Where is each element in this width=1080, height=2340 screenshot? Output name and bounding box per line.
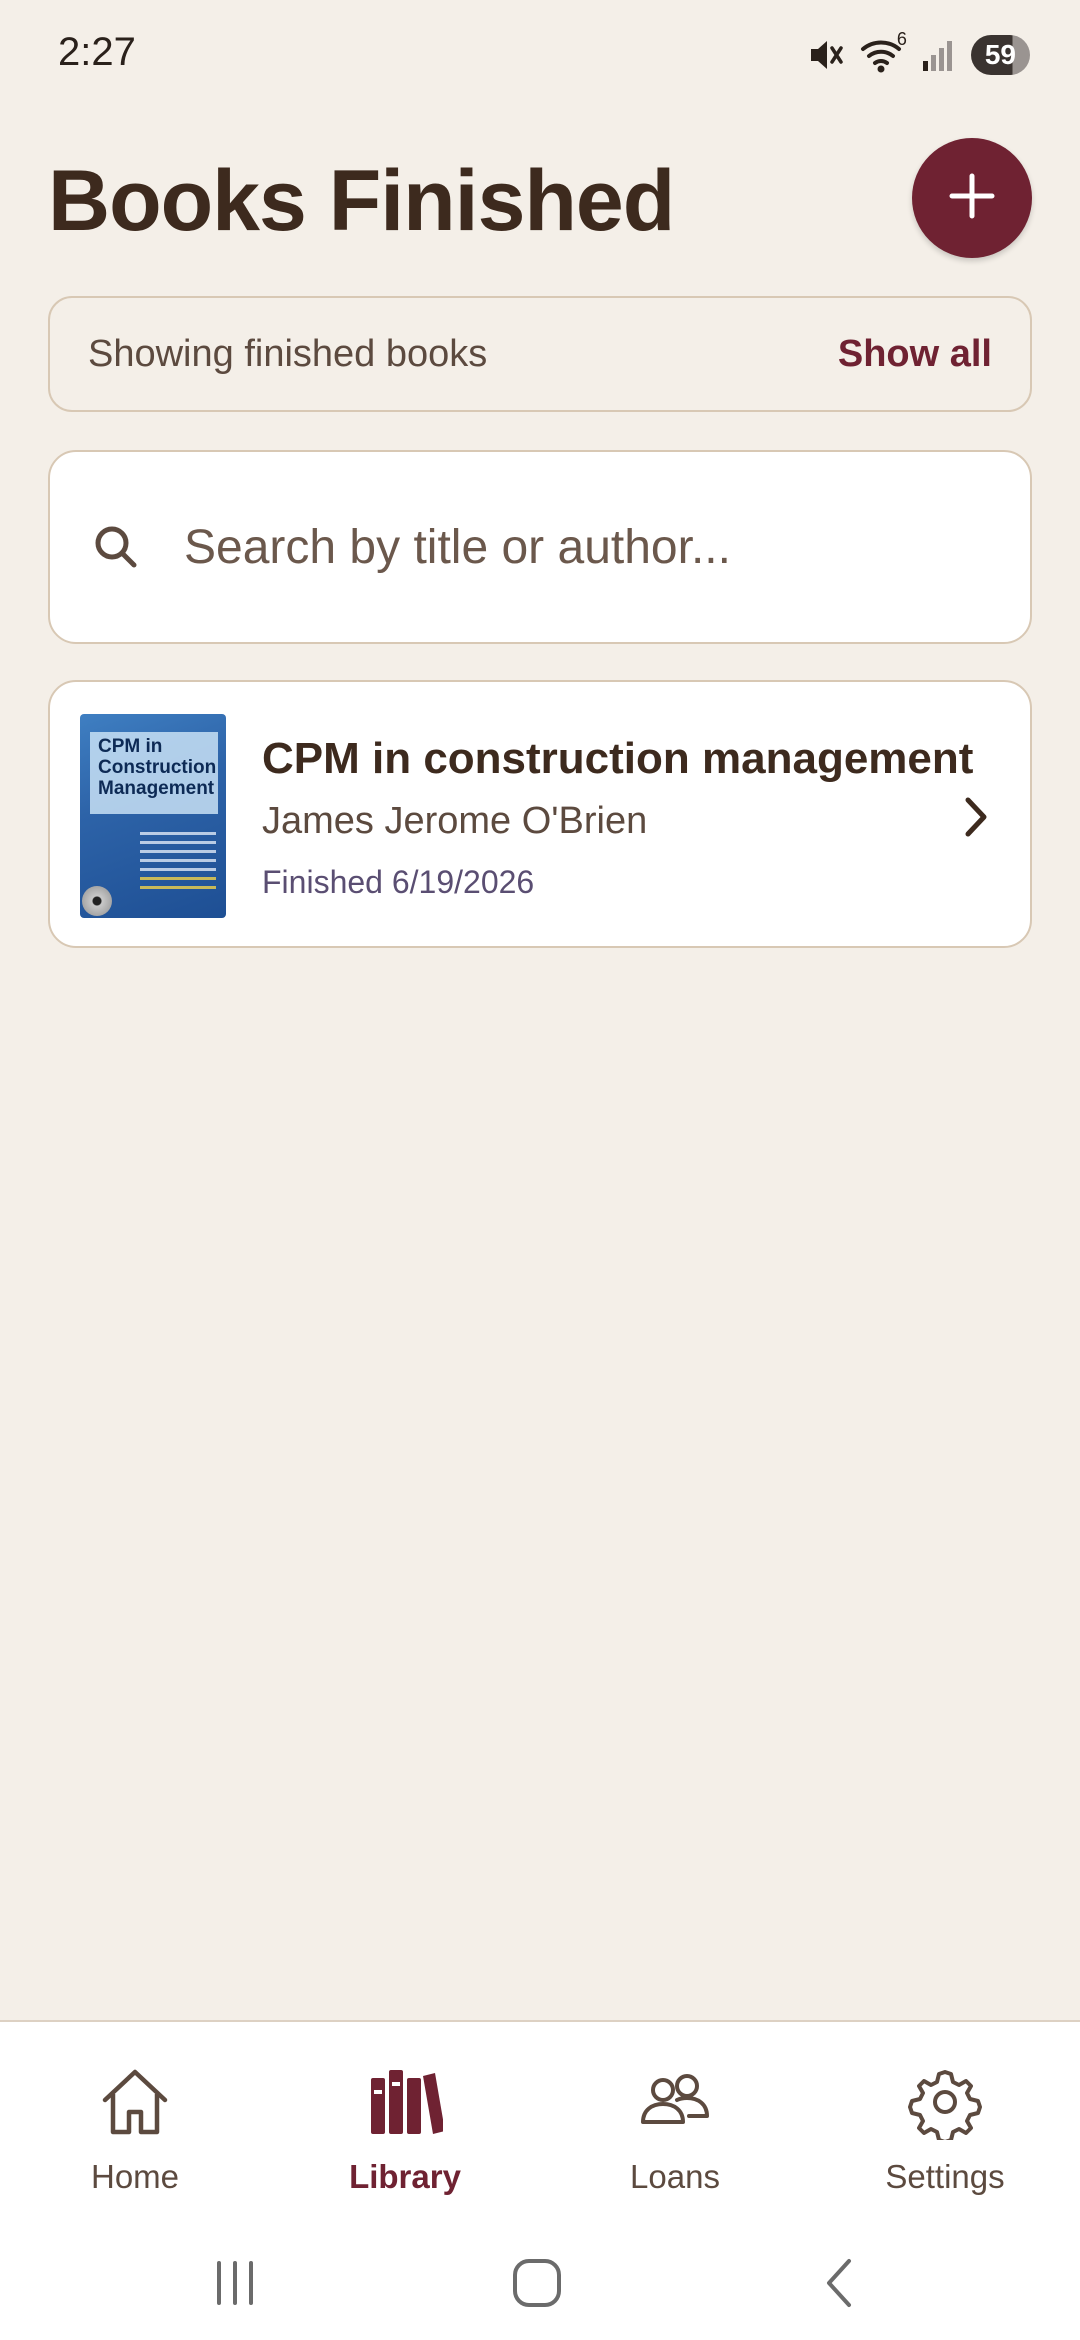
cover-title: CPM in Construction Management	[98, 736, 217, 799]
system-navigation-bar	[0, 2220, 1080, 2340]
battery-indicator: 59	[970, 35, 1030, 75]
book-finished-date: Finished 6/19/2026	[262, 864, 535, 900]
book-list-item[interactable]: CPM in Construction Management CPM in co…	[48, 680, 1032, 948]
status-time: 2:27	[58, 30, 136, 74]
status-icons: 6 59	[805, 29, 1030, 80]
page-title: Books Finished	[48, 153, 675, 249]
search-icon	[90, 519, 146, 575]
nav-item-library[interactable]: Library	[270, 2062, 540, 2202]
chevron-right-icon	[956, 792, 996, 842]
book-cover: CPM in Construction Management	[80, 714, 226, 918]
nav-item-settings[interactable]: Settings	[810, 2062, 1080, 2202]
wifi-label: 6	[896, 29, 907, 49]
bottom-navigation: Home Library Loans Settings	[0, 2020, 1080, 2220]
gear-icon	[905, 2062, 985, 2142]
filter-status-text: Showing finished books	[88, 332, 488, 375]
back-system-button[interactable]	[806, 2248, 876, 2318]
search-input[interactable]	[184, 519, 1004, 575]
show-all-button[interactable]: Show all	[838, 333, 992, 376]
nav-label-settings: Settings	[885, 2158, 1005, 2195]
nav-label-loans: Loans	[630, 2158, 720, 2195]
home-system-button[interactable]	[502, 2248, 572, 2318]
screen: 2:27 6 59 Books Finished Showing finishe…	[0, 0, 1080, 2340]
add-book-button[interactable]	[912, 138, 1032, 258]
search-box[interactable]	[48, 450, 1032, 644]
filter-banner: Showing finished books Show all	[48, 296, 1032, 412]
recent-apps-button[interactable]	[200, 2248, 270, 2318]
cover-disc-icon	[82, 886, 112, 916]
cover-text-lines	[140, 832, 216, 895]
wifi-icon: 6	[859, 29, 907, 75]
mute-icon	[805, 35, 845, 75]
home-icon	[95, 2062, 175, 2142]
nav-label-home: Home	[90, 2158, 180, 2195]
cover-title-box: CPM in Construction Management	[90, 732, 218, 814]
signal-icon	[921, 37, 957, 73]
nav-item-loans[interactable]: Loans	[540, 2062, 810, 2202]
nav-item-home[interactable]: Home	[0, 2062, 270, 2202]
library-icon	[365, 2062, 445, 2142]
book-title: CPM in construction management	[262, 734, 974, 783]
people-icon	[635, 2062, 715, 2142]
book-author: James Jerome O'Brien	[262, 800, 648, 842]
status-bar: 2:27 6 59	[0, 0, 1080, 110]
plus-icon	[944, 168, 1000, 229]
nav-label-library: Library	[349, 2158, 461, 2195]
